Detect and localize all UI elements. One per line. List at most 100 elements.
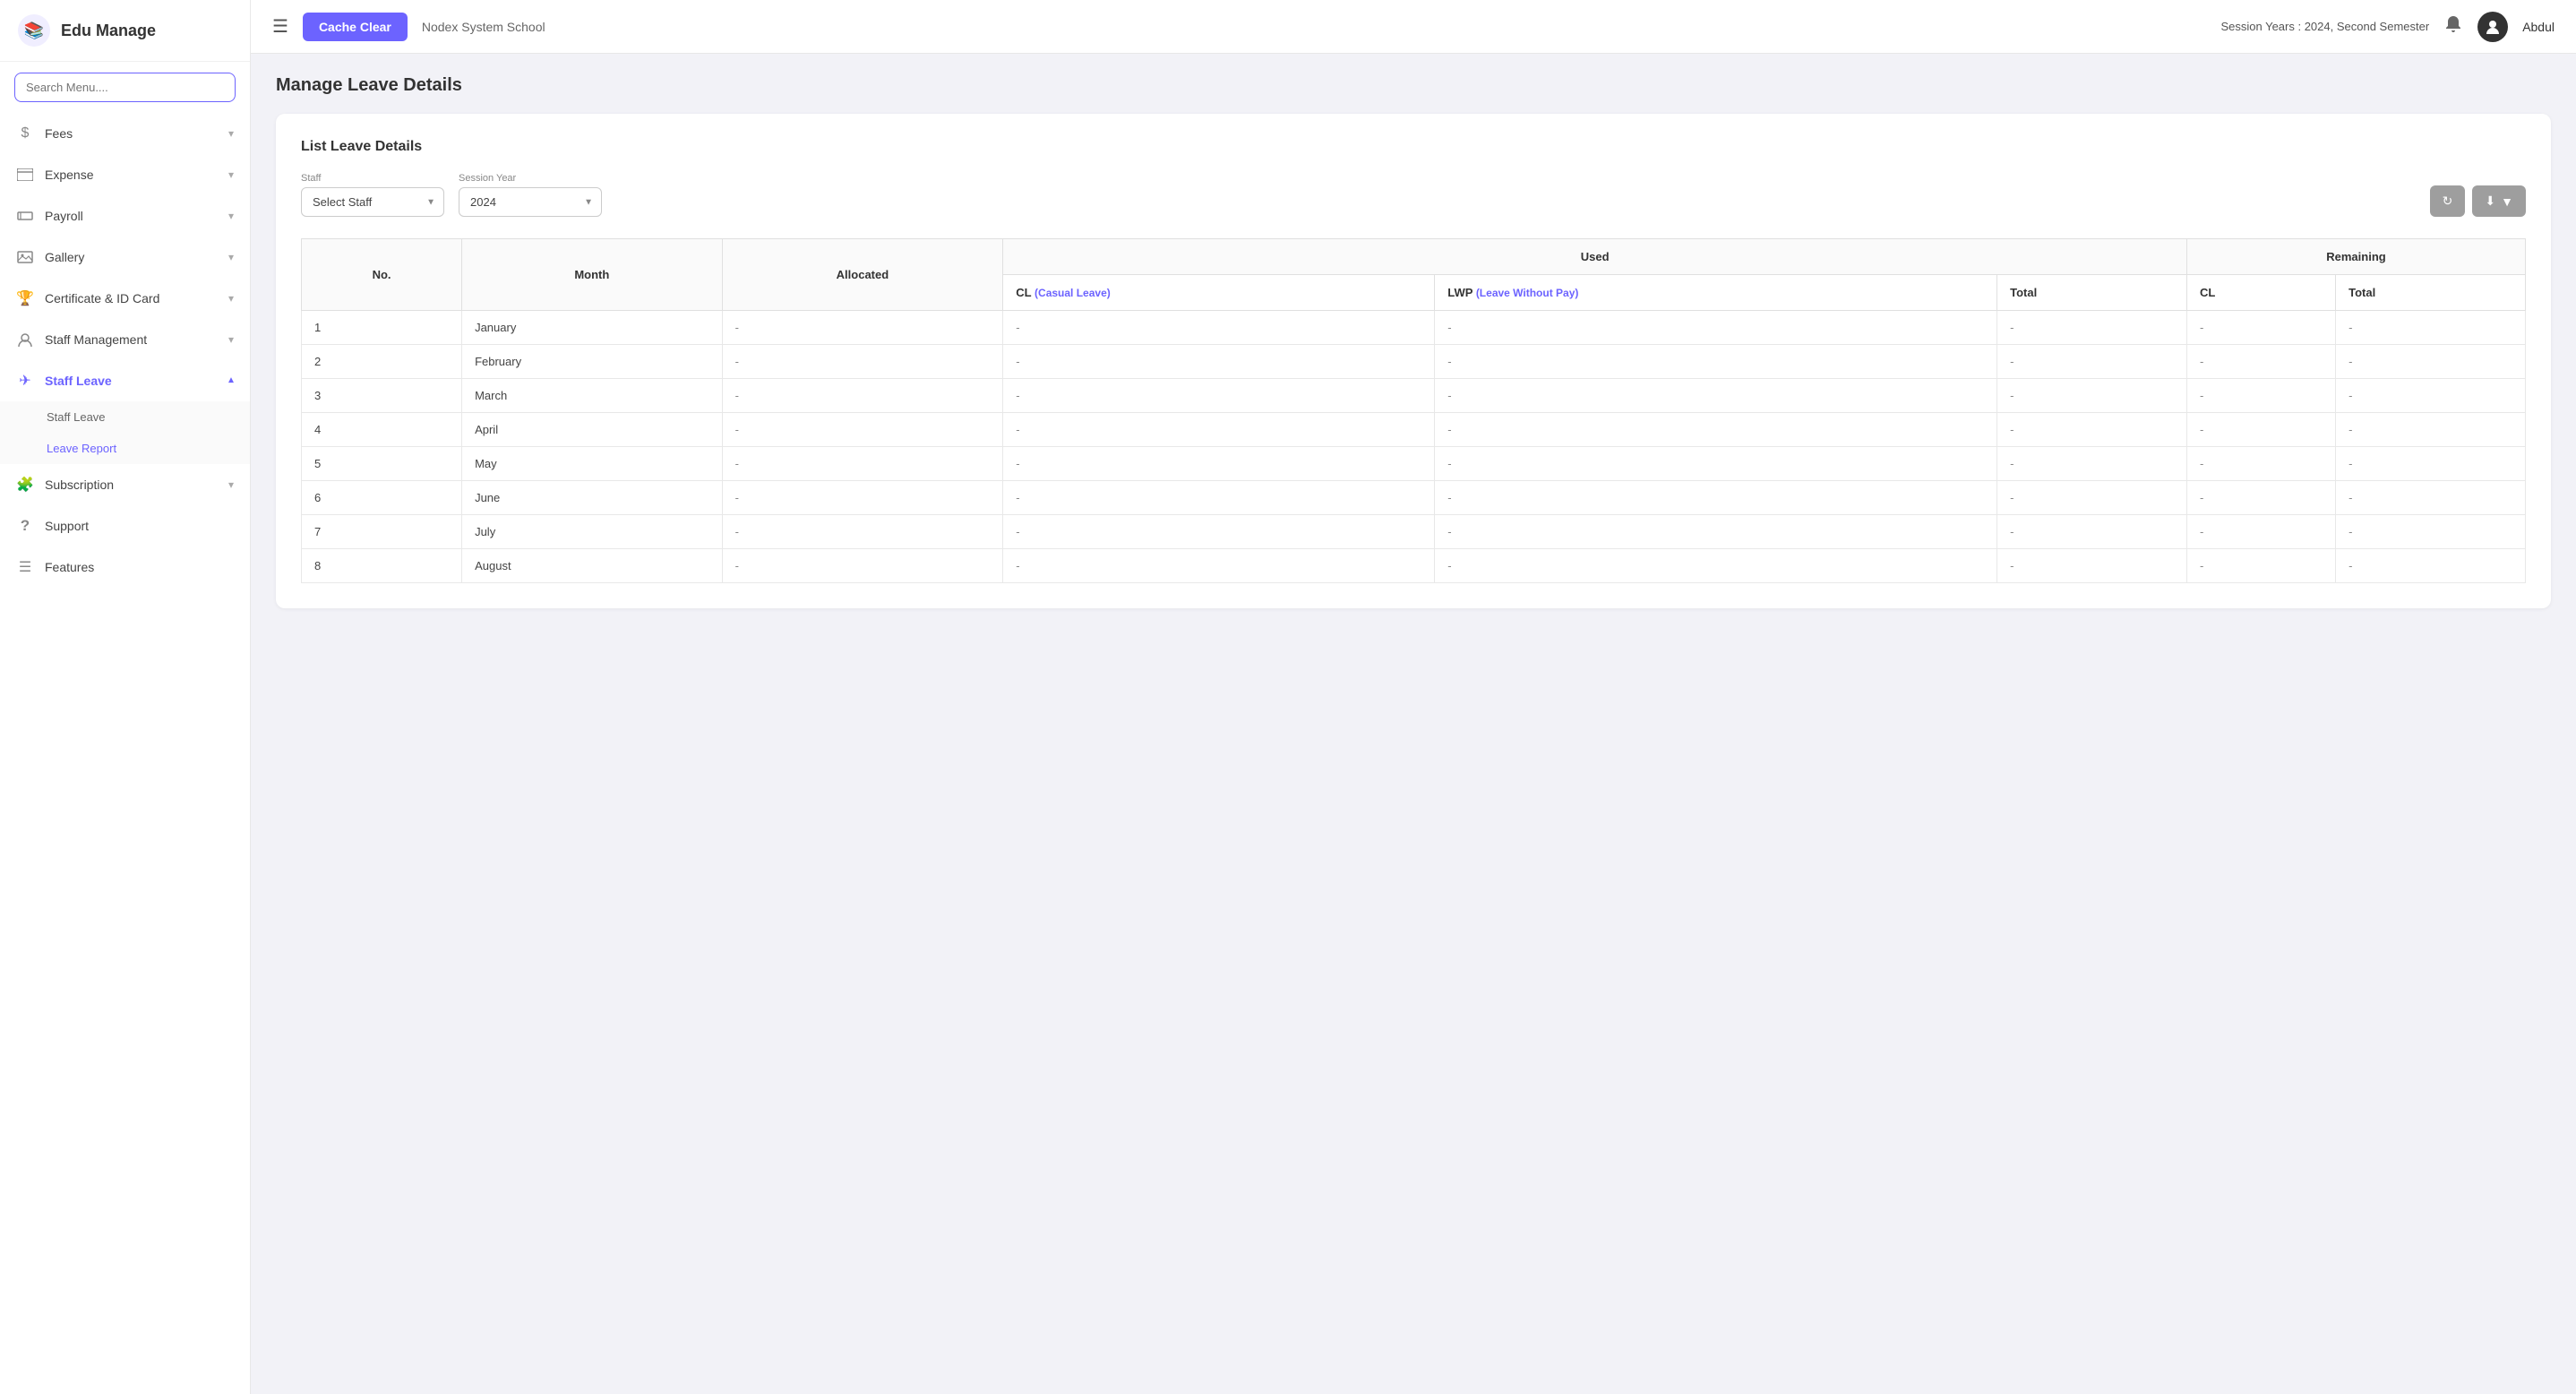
cell-remaining-cl: - (2186, 311, 2335, 345)
user-name: Abdul (2522, 20, 2555, 34)
sidebar-logo: 📚 Edu Manage (0, 0, 250, 62)
cell-remaining-total: - (2336, 447, 2526, 481)
header: ☰ Cache Clear Nodex System School Sessio… (251, 0, 2576, 54)
expense-chevron: ▾ (228, 168, 234, 181)
refresh-icon: ↻ (2443, 194, 2453, 209)
search-input[interactable] (14, 73, 236, 102)
staff-select[interactable]: Select Staff (301, 187, 444, 217)
sidebar-item-fees[interactable]: $ Fees ▾ (0, 113, 250, 154)
cell-remaining-total: - (2336, 481, 2526, 515)
subscription-chevron: ▾ (228, 478, 234, 491)
session-year-select[interactable]: 202420232022 (459, 187, 602, 217)
table-group-header-row: No. Month Allocated Used Remaining (302, 239, 2526, 275)
cell-no: 8 (302, 549, 462, 583)
cell-no: 4 (302, 413, 462, 447)
sidebar-item-gallery-label: Gallery (45, 250, 84, 264)
table-body: 1 January - - - - - - 2 February - - - -… (302, 311, 2526, 583)
cell-month: May (462, 447, 722, 481)
cell-cl: - (1003, 481, 1435, 515)
sidebar-item-subscription-label: Subscription (45, 478, 114, 492)
sidebar-item-certificate-label: Certificate & ID Card (45, 291, 159, 305)
col-group-remaining: Remaining (2186, 239, 2525, 275)
table-wrap: No. Month Allocated Used Remaining CL (C… (301, 238, 2526, 583)
refresh-button[interactable]: ↻ (2430, 185, 2466, 217)
cell-cl: - (1003, 311, 1435, 345)
cell-allocated: - (722, 549, 1003, 583)
cell-allocated: - (722, 447, 1003, 481)
cell-lwp: - (1435, 345, 1997, 379)
sidebar-item-subscription[interactable]: 🧩 Subscription ▾ (0, 464, 250, 505)
cell-lwp: - (1435, 515, 1997, 549)
sidebar-item-features[interactable]: ☰ Features (0, 546, 250, 588)
subscription-icon: 🧩 (16, 476, 34, 494)
leave-details-card: List Leave Details Staff Select Staff Se… (276, 114, 2551, 608)
sidebar-item-staff-management[interactable]: Staff Management ▾ (0, 319, 250, 360)
cell-remaining-total: - (2336, 549, 2526, 583)
cell-month: June (462, 481, 722, 515)
sidebar-item-fees-label: Fees (45, 126, 73, 141)
cell-cl: - (1003, 549, 1435, 583)
staff-leave-submenu: Staff Leave Leave Report (0, 401, 250, 464)
cell-remaining-cl: - (2186, 379, 2335, 413)
staff-leave-icon: ✈ (16, 372, 34, 390)
col-remaining-total-header: Total (2336, 275, 2526, 311)
cell-remaining-cl: - (2186, 515, 2335, 549)
sidebar-item-payroll-label: Payroll (45, 209, 83, 223)
gallery-chevron: ▾ (228, 251, 234, 263)
fees-chevron: ▾ (228, 127, 234, 140)
cell-lwp: - (1435, 549, 1997, 583)
table-row: 2 February - - - - - - (302, 345, 2526, 379)
sidebar-item-payroll[interactable]: Payroll ▾ (0, 195, 250, 237)
notification-icon[interactable] (2443, 14, 2463, 39)
sidebar-item-support[interactable]: ? Support (0, 505, 250, 546)
cell-month: February (462, 345, 722, 379)
logo-icon: 📚 (16, 13, 52, 48)
cell-no: 5 (302, 447, 462, 481)
cell-cl: - (1003, 345, 1435, 379)
content-area: Manage Leave Details List Leave Details … (251, 54, 2576, 1394)
col-group-used: Used (1003, 239, 2187, 275)
session-info: Session Years : 2024, Second Semester (2220, 20, 2429, 33)
cell-used-total: - (1997, 481, 2187, 515)
cell-used-total: - (1997, 379, 2187, 413)
cell-remaining-cl: - (2186, 549, 2335, 583)
staff-filter-group: Staff Select Staff (301, 173, 444, 217)
cell-allocated: - (722, 345, 1003, 379)
table-row: 4 April - - - - - - (302, 413, 2526, 447)
cell-lwp: - (1435, 447, 1997, 481)
sidebar-item-certificate[interactable]: 🏆 Certificate & ID Card ▾ (0, 278, 250, 319)
cell-month: March (462, 379, 722, 413)
cell-cl: - (1003, 413, 1435, 447)
certificate-chevron: ▾ (228, 292, 234, 305)
features-icon: ☰ (16, 558, 34, 576)
sidebar-item-staff-leave-sub[interactable]: Staff Leave (0, 401, 250, 433)
staff-management-icon (16, 331, 34, 348)
cell-remaining-total: - (2336, 379, 2526, 413)
download-button[interactable]: ⬇ ▼ (2472, 185, 2526, 217)
session-year-label: Session Year (459, 173, 602, 184)
user-avatar (2477, 12, 2508, 42)
sidebar-item-staff-management-label: Staff Management (45, 332, 147, 347)
session-year-select-wrapper: 202420232022 (459, 187, 602, 217)
cache-clear-button[interactable]: Cache Clear (303, 13, 408, 41)
col-cl-header: CL (Casual Leave) (1003, 275, 1435, 311)
cell-remaining-cl: - (2186, 413, 2335, 447)
sidebar-item-expense[interactable]: Expense ▾ (0, 154, 250, 195)
cell-lwp: - (1435, 413, 1997, 447)
sidebar-item-staff-leave[interactable]: ✈ Staff Leave ▾ (0, 360, 250, 401)
app-name: Edu Manage (61, 22, 156, 40)
cell-no: 6 (302, 481, 462, 515)
col-remaining-cl-header: CL (2186, 275, 2335, 311)
sidebar-item-leave-report[interactable]: Leave Report (0, 433, 250, 464)
staff-select-wrapper: Select Staff (301, 187, 444, 217)
expense-icon (16, 166, 34, 184)
sidebar-menu: $ Fees ▾ Expense ▾ Payroll ▾ (0, 113, 250, 1394)
hamburger-menu[interactable]: ☰ (272, 15, 288, 38)
cell-remaining-total: - (2336, 413, 2526, 447)
cell-remaining-total: - (2336, 311, 2526, 345)
cell-no: 7 (302, 515, 462, 549)
col-no: No. (302, 239, 462, 311)
filters-row: Staff Select Staff Session Year 20242023… (301, 173, 2526, 217)
gallery-icon (16, 248, 34, 266)
sidebar-item-gallery[interactable]: Gallery ▾ (0, 237, 250, 278)
